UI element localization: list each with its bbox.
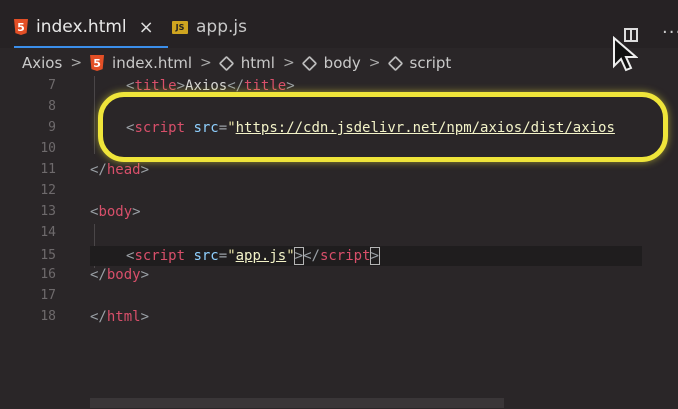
code-line[interactable]: 8 [0,97,678,117]
code-text: </body> [90,267,150,283]
chevron-right-icon: > [200,55,212,71]
code-text: </head> [90,162,150,178]
code-line[interactable]: 13 <body> [0,202,678,222]
code-editor[interactable]: 7 <title>Axios</title> 8 9 <script src="… [0,76,678,409]
line-number: 16 [40,267,56,282]
code-line[interactable]: 7 <title>Axios</title> [0,76,678,96]
line-number: 18 [40,309,56,324]
tab-bar: 5 index.html × JS app.js ··· [0,0,678,72]
breadcrumb: Axios > 5 index.html > html > body > scr… [22,52,451,74]
breadcrumb-folder[interactable]: Axios [22,54,62,72]
line-number: 10 [40,141,56,156]
javascript-icon: JS [172,20,188,34]
tab-app-js[interactable]: JS app.js [172,6,247,48]
code-line[interactable]: 14 [0,223,678,243]
close-icon[interactable]: × [139,17,154,38]
code-text: <script src="app.js"></script> [126,247,381,265]
breadcrumb-file[interactable]: index.html [112,54,192,72]
code-line[interactable]: 11 </head> [0,160,678,180]
line-number: 17 [40,288,56,303]
breadcrumb-body[interactable]: body [324,54,361,72]
chevron-right-icon: > [282,55,295,71]
line-number: 9 [48,120,56,135]
line-number: 15 [40,248,56,263]
horizontal-scrollbar[interactable] [90,398,504,408]
code-line[interactable]: 18 </html> [0,307,678,327]
html5-icon: 5 [14,19,28,35]
chevron-right-icon: > [70,55,83,71]
element-cube-icon [218,55,235,71]
code-line[interactable]: 15 <script src="app.js"></script> [0,246,678,266]
code-line[interactable]: 9 <script src="https://cdn.jsdelivr.net/… [0,118,678,138]
element-cube-icon [301,55,317,71]
line-number: 12 [40,183,56,198]
more-actions-icon[interactable]: ··· [662,22,678,43]
chevron-right-icon: > [368,55,381,71]
tab-label: app.js [196,17,247,37]
code-text: <script src="https://cdn.jsdelivr.net/np… [126,120,615,136]
breadcrumb-html[interactable]: html [241,54,275,72]
line-number: 7 [48,78,56,93]
code-line[interactable]: 17 [0,286,678,306]
line-number: 13 [40,204,56,219]
mouse-pointer-icon [613,36,638,72]
code-text: <body> [90,204,141,220]
code-line[interactable]: 10 [0,139,678,159]
code-text: <title>Axios</title> [126,78,295,94]
tab-index-html[interactable]: 5 index.html × [14,6,168,48]
html5-icon: 5 [90,55,105,71]
code-text: </html> [90,309,150,325]
code-line[interactable]: 16 </body> [0,265,678,285]
element-cube-icon [387,55,403,71]
line-number: 11 [40,162,56,177]
breadcrumb-script[interactable]: script [410,54,452,72]
cdn-url-link[interactable]: https://cdn.jsdelivr.net/npm/axios/dist/… [236,120,615,136]
tab-label: index.html [36,17,127,37]
line-number: 14 [40,225,56,240]
line-number: 8 [48,99,56,114]
code-line[interactable]: 12 [0,181,678,201]
